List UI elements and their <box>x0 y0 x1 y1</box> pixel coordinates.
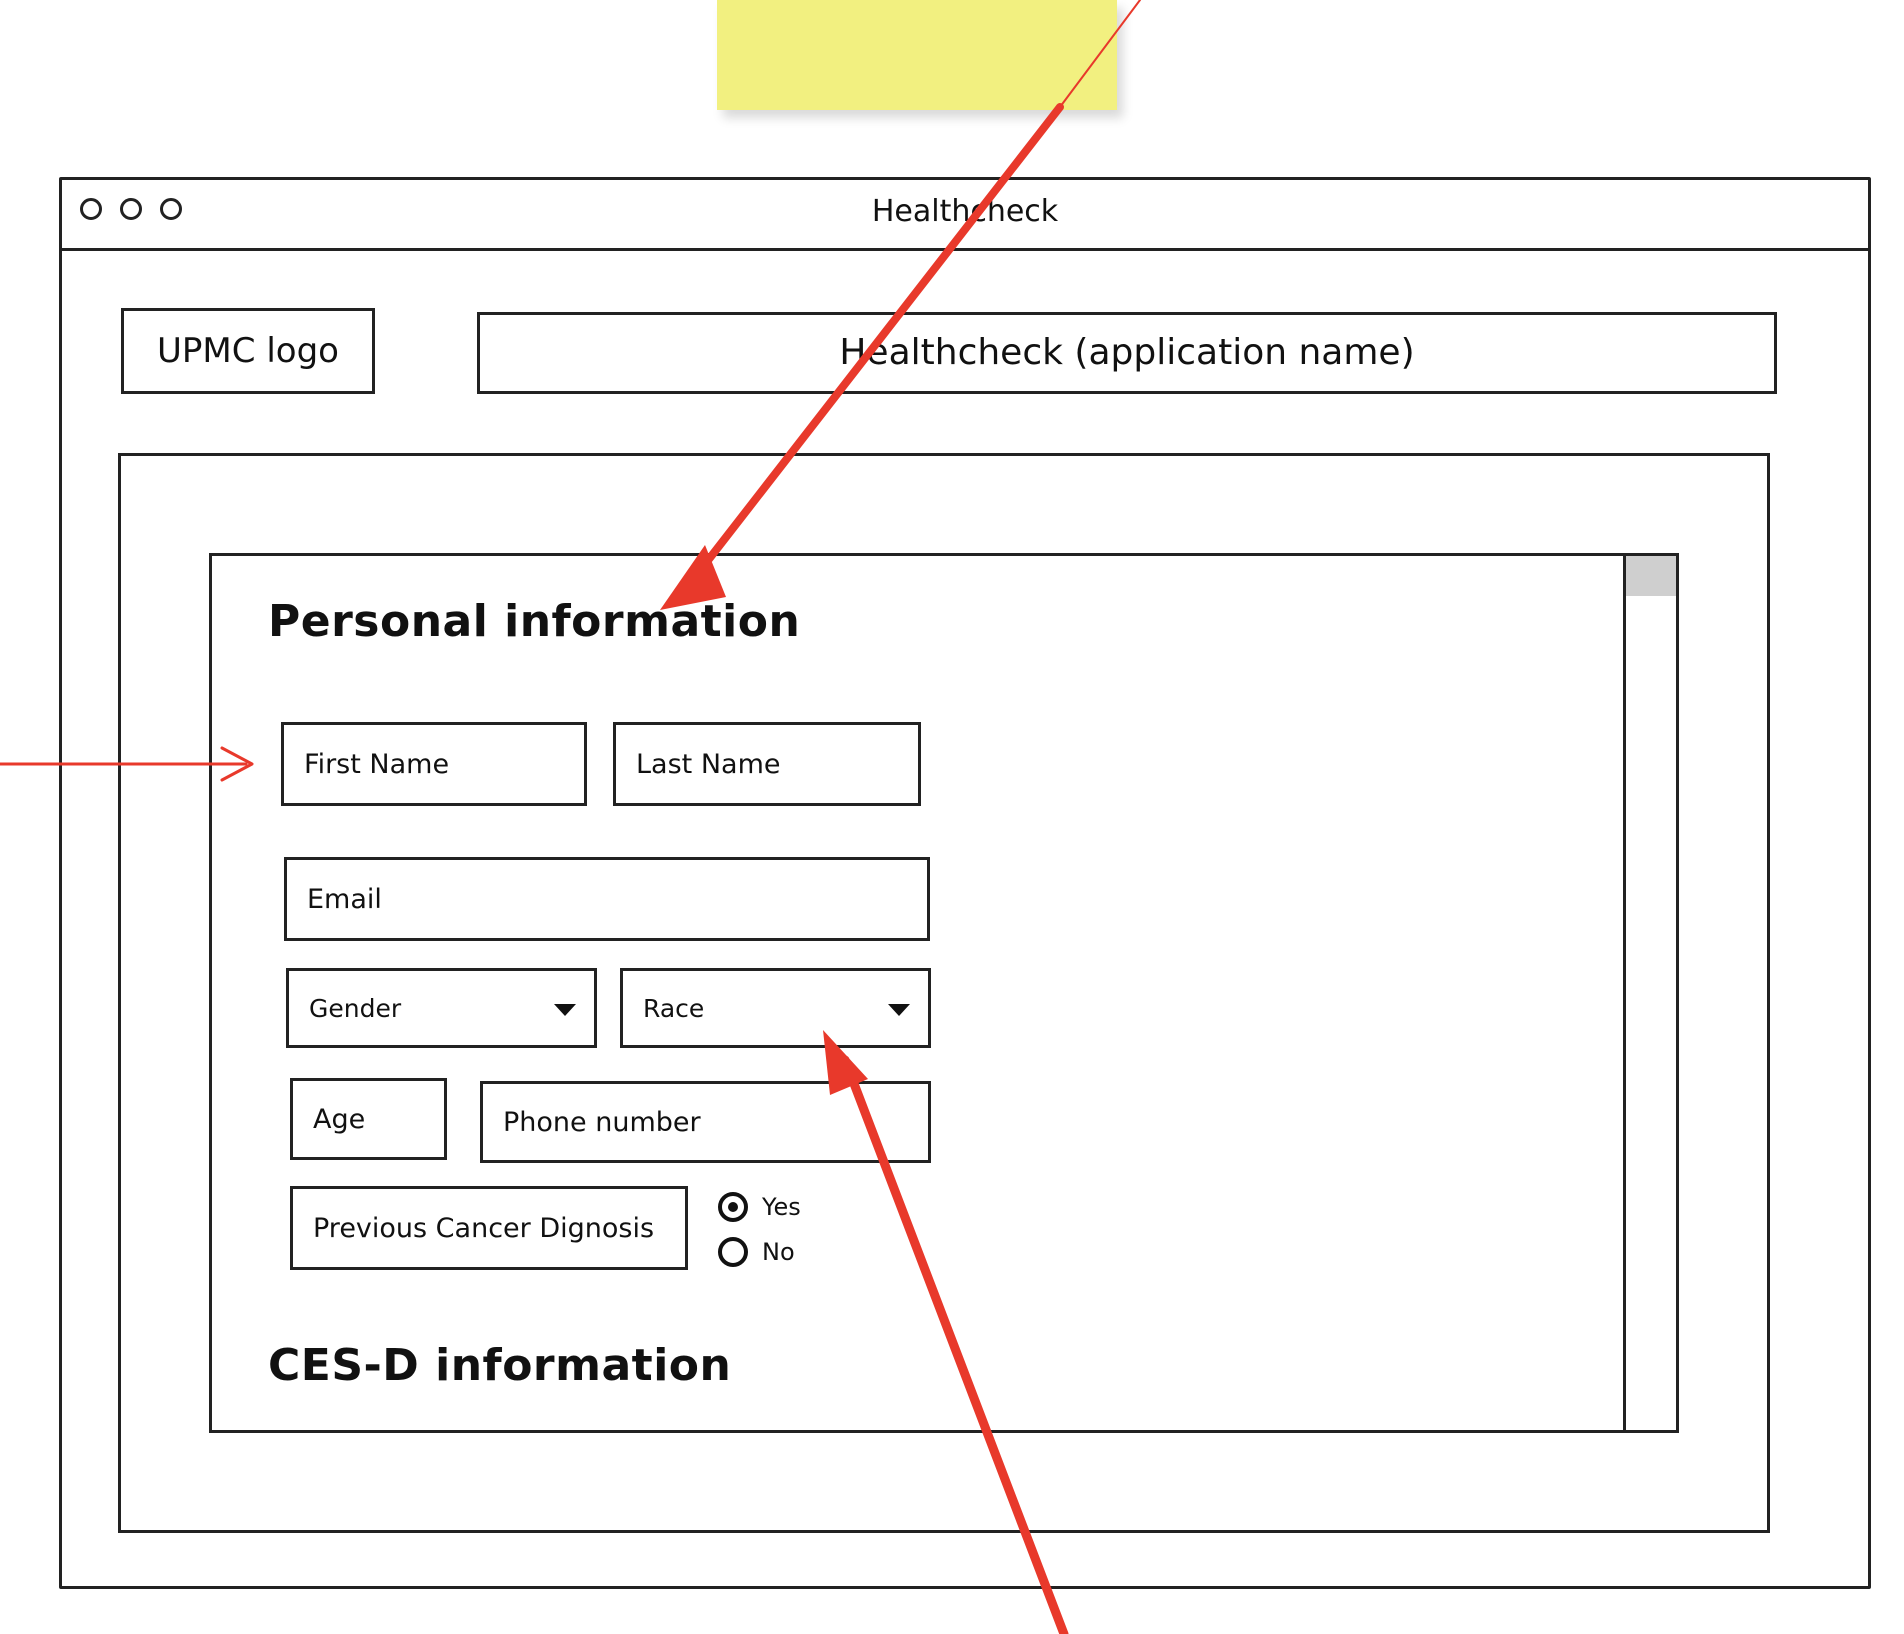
email-placeholder: Email <box>307 883 382 915</box>
previous-cancer-diagnosis-label: Previous Cancer Dignosis <box>313 1212 655 1244</box>
window-title: Healthcheck <box>871 194 1059 229</box>
race-label: Race <box>643 993 705 1023</box>
vertical-scrollbar[interactable] <box>1623 553 1679 1433</box>
race-chevron-down-icon <box>888 1004 910 1016</box>
radio-no-label: No <box>762 1238 795 1266</box>
scrollbar-thumb[interactable] <box>1626 556 1676 596</box>
gender-chevron-down-icon <box>554 1004 576 1016</box>
first-name-placeholder: First Name <box>304 748 450 780</box>
previous-cancer-diagnosis-field: Previous Cancer Dignosis <box>290 1186 688 1270</box>
first-name-field[interactable]: First Name <box>281 722 587 806</box>
gender-select[interactable]: Gender <box>286 968 597 1048</box>
upmc-logo: UPMC logo <box>121 308 375 394</box>
gender-label: Gender <box>309 993 402 1023</box>
race-select[interactable]: Race <box>620 968 931 1048</box>
phone-number-field[interactable]: Phone number <box>480 1081 931 1163</box>
radio-no[interactable] <box>718 1237 748 1267</box>
radio-yes[interactable] <box>718 1192 748 1222</box>
age-field[interactable]: Age <box>290 1078 447 1160</box>
email-field[interactable]: Email <box>284 857 930 941</box>
cesd-information-heading: CES-D information <box>268 1340 732 1391</box>
phone-number-placeholder: Phone number <box>503 1106 701 1138</box>
last-name-field[interactable]: Last Name <box>613 722 921 806</box>
age-placeholder: Age <box>313 1103 366 1135</box>
radio-yes-label: Yes <box>762 1193 801 1221</box>
last-name-placeholder: Last Name <box>636 748 781 780</box>
app-name-banner: Healthcheck (application name) <box>477 312 1777 394</box>
sticky-note <box>717 0 1117 110</box>
personal-information-heading: Personal information <box>268 596 801 647</box>
